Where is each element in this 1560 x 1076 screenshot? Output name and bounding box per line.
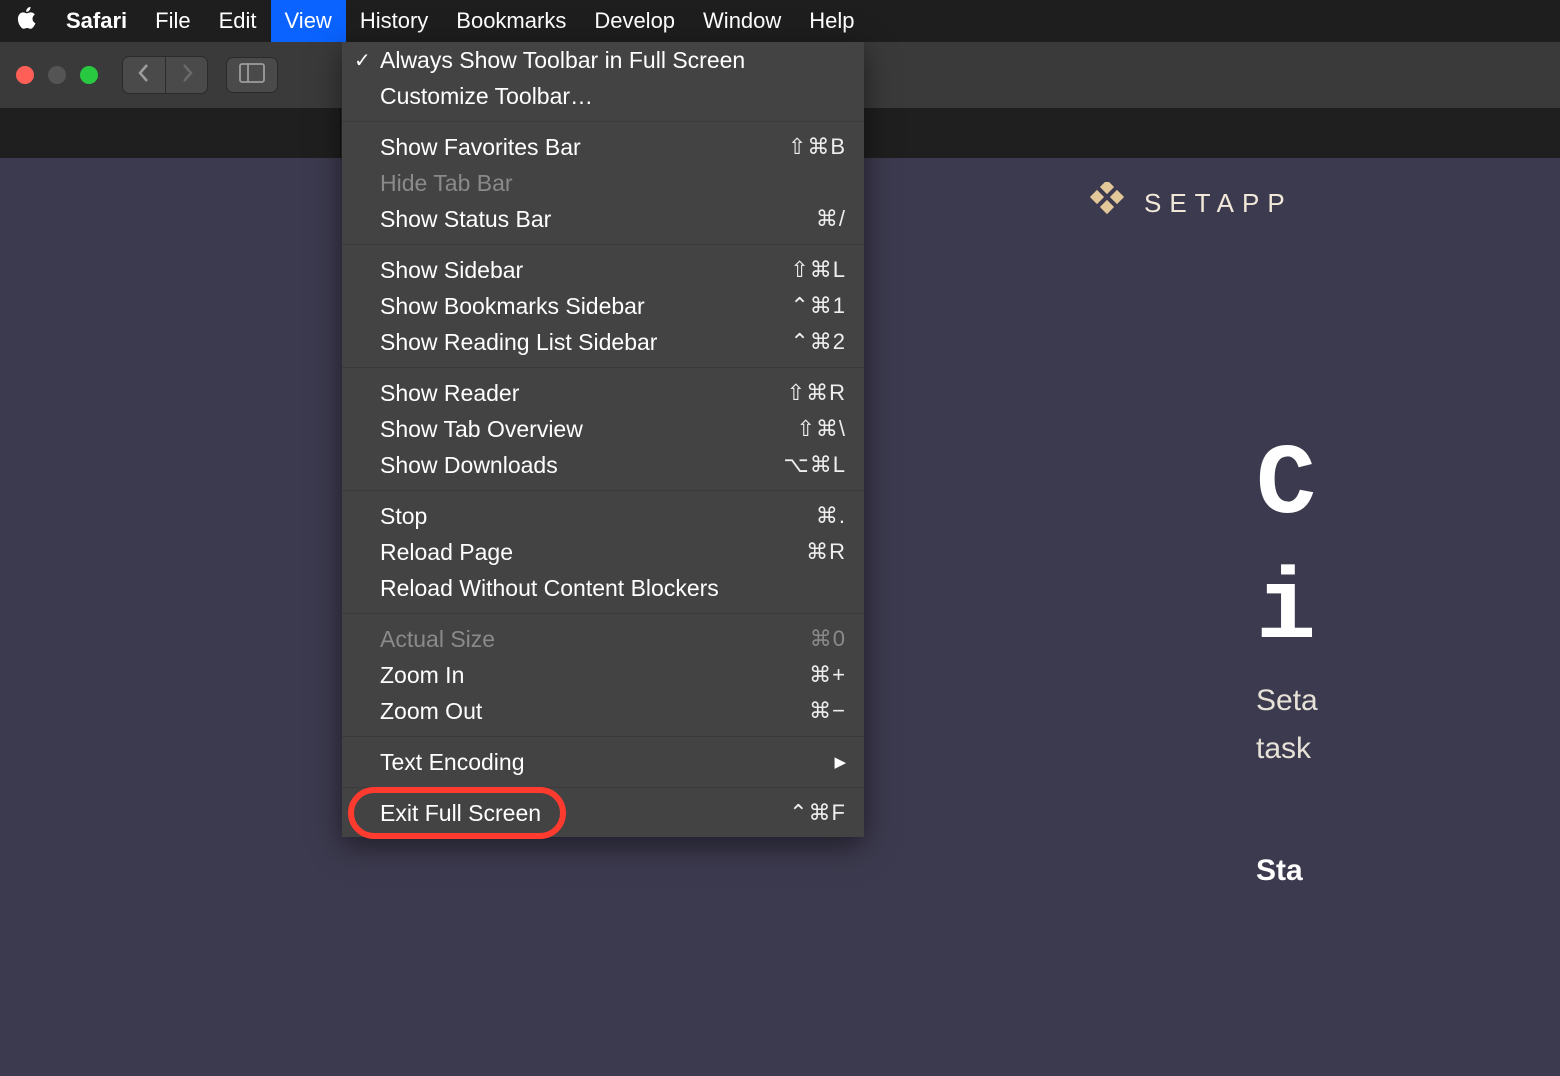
menu-item-zoom-out[interactable]: Zoom Out⌘− xyxy=(342,693,864,729)
menu-item-exit-full-screen[interactable]: Exit Full Screen⌃⌘F xyxy=(342,795,864,831)
menu-item-shortcut: ⌘. xyxy=(816,503,846,529)
menu-item-show-tab-overview[interactable]: Show Tab Overview⇧⌘\ xyxy=(342,411,864,447)
menu-item-shortcut: ⌃⌘2 xyxy=(790,329,846,355)
menu-item-shortcut: ⇧⌘R xyxy=(787,380,846,406)
menu-item-show-reader[interactable]: Show Reader⇧⌘R xyxy=(342,375,864,411)
menu-item-show-downloads[interactable]: Show Downloads⌥⌘L xyxy=(342,447,864,483)
menu-item-shortcut: ⌘+ xyxy=(809,662,846,688)
menu-item-label: Show Status Bar xyxy=(380,206,816,233)
menu-separator xyxy=(342,613,864,614)
menu-item-label: Show Downloads xyxy=(380,452,783,479)
menubar-item-bookmarks[interactable]: Bookmarks xyxy=(442,0,580,42)
page-subtext-line3: Sta xyxy=(1256,854,1303,888)
menu-item-shortcut: ⌘R xyxy=(806,539,846,565)
menu-item-text-encoding[interactable]: Text Encoding xyxy=(342,744,864,780)
menu-item-shortcut: ⌘− xyxy=(809,698,846,724)
menu-separator xyxy=(342,736,864,737)
menubar-item-help[interactable]: Help xyxy=(795,0,868,42)
menubar-item-file[interactable]: File xyxy=(141,0,204,42)
menu-item-hide-tab-bar: Hide Tab Bar xyxy=(342,165,864,201)
menubar-item-history[interactable]: History xyxy=(346,0,442,42)
minimize-window-button[interactable] xyxy=(48,66,66,84)
setapp-brand-text: SETAPP xyxy=(1144,188,1293,219)
menu-item-always-show-toolbar-in-full-screen[interactable]: Always Show Toolbar in Full Screen xyxy=(342,42,864,78)
menu-item-shortcut: ⌃⌘1 xyxy=(790,293,846,319)
show-sidebar-button[interactable] xyxy=(226,57,278,93)
menu-separator xyxy=(342,121,864,122)
chevron-right-icon xyxy=(180,63,194,88)
menubar-item-window[interactable]: Window xyxy=(689,0,795,42)
macos-menubar: Safari File Edit View History Bookmarks … xyxy=(0,0,1560,42)
menu-item-reload-without-content-blockers[interactable]: Reload Without Content Blockers xyxy=(342,570,864,606)
menu-item-label: Always Show Toolbar in Full Screen xyxy=(380,47,846,74)
sidebar-icon xyxy=(239,63,265,88)
menu-item-shortcut: ⌘0 xyxy=(810,626,846,652)
menu-item-shortcut: ⌃⌘F xyxy=(789,800,846,826)
apple-menu[interactable] xyxy=(0,6,52,36)
menu-separator xyxy=(342,787,864,788)
setapp-brand[interactable]: SETAPP xyxy=(1088,182,1293,225)
menu-item-reload-page[interactable]: Reload Page⌘R xyxy=(342,534,864,570)
menu-item-show-favorites-bar[interactable]: Show Favorites Bar⇧⌘B xyxy=(342,129,864,165)
page-subtext-line1: Seta xyxy=(1256,684,1318,718)
apple-logo-icon xyxy=(15,6,37,36)
fullscreen-window-button[interactable] xyxy=(80,66,98,84)
menu-item-label: Text Encoding xyxy=(380,749,846,776)
menubar-app-name[interactable]: Safari xyxy=(52,8,141,34)
back-forward-group xyxy=(122,56,208,94)
menu-item-zoom-in[interactable]: Zoom In⌘+ xyxy=(342,657,864,693)
menu-item-show-sidebar[interactable]: Show Sidebar⇧⌘L xyxy=(342,252,864,288)
menu-item-label: Show Sidebar xyxy=(380,257,790,284)
menu-item-stop[interactable]: Stop⌘. xyxy=(342,498,864,534)
page-headline: C i xyxy=(1256,424,1316,674)
menu-item-label: Zoom Out xyxy=(380,698,809,725)
back-button[interactable] xyxy=(123,57,165,93)
menu-item-label: Exit Full Screen xyxy=(380,800,789,827)
menu-separator xyxy=(342,490,864,491)
menubar-item-view[interactable]: View xyxy=(271,0,346,42)
menu-item-label: Actual Size xyxy=(380,626,810,653)
menu-item-label: Zoom In xyxy=(380,662,809,689)
menu-separator xyxy=(342,367,864,368)
menu-item-customize-toolbar[interactable]: Customize Toolbar… xyxy=(342,78,864,114)
menu-item-show-bookmarks-sidebar[interactable]: Show Bookmarks Sidebar⌃⌘1 xyxy=(342,288,864,324)
menu-item-label: Customize Toolbar… xyxy=(380,83,846,110)
menubar-item-develop[interactable]: Develop xyxy=(580,0,689,42)
menu-item-label: Show Reading List Sidebar xyxy=(380,329,790,356)
menu-item-shortcut: ⇧⌘L xyxy=(790,257,846,283)
menu-item-label: Stop xyxy=(380,503,816,530)
close-window-button[interactable] xyxy=(16,66,34,84)
setapp-logo-icon xyxy=(1088,182,1126,225)
menu-item-shortcut: ⌘/ xyxy=(816,206,846,232)
menu-item-actual-size: Actual Size⌘0 xyxy=(342,621,864,657)
menu-item-show-reading-list-sidebar[interactable]: Show Reading List Sidebar⌃⌘2 xyxy=(342,324,864,360)
window-traffic-lights xyxy=(16,66,98,84)
menu-item-label: Show Favorites Bar xyxy=(380,134,788,161)
menu-separator xyxy=(342,244,864,245)
chevron-left-icon xyxy=(137,63,151,88)
menu-item-shortcut: ⌥⌘L xyxy=(783,452,846,478)
forward-button[interactable] xyxy=(165,57,207,93)
view-menu-dropdown: Always Show Toolbar in Full Screen Custom… xyxy=(342,42,864,837)
menu-item-show-status-bar[interactable]: Show Status Bar⌘/ xyxy=(342,201,864,237)
menu-item-shortcut: ⇧⌘\ xyxy=(796,416,846,442)
menu-item-label: Show Tab Overview xyxy=(380,416,796,443)
menu-item-label: Show Reader xyxy=(380,380,787,407)
menu-item-label: Reload Page xyxy=(380,539,806,566)
menu-item-label: Reload Without Content Blockers xyxy=(380,575,846,602)
menu-item-label: Show Bookmarks Sidebar xyxy=(380,293,790,320)
menubar-item-edit[interactable]: Edit xyxy=(205,0,271,42)
menu-item-shortcut: ⇧⌘B xyxy=(788,134,846,160)
menu-item-label: Hide Tab Bar xyxy=(380,170,846,197)
page-subtext-line2: task xyxy=(1256,732,1311,766)
